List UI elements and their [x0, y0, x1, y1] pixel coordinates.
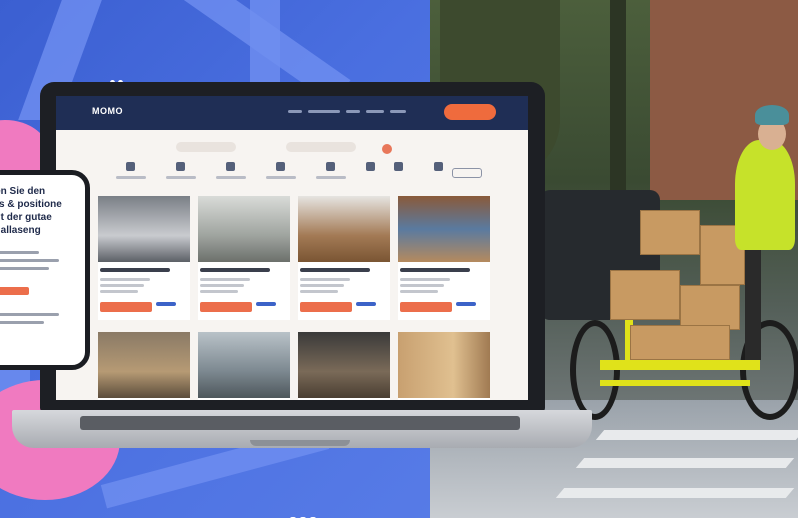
- listing-line: [400, 278, 450, 281]
- home-icon: [126, 162, 135, 171]
- listing-card: [398, 332, 490, 400]
- category-label: [316, 176, 346, 179]
- category-icon: [366, 162, 375, 171]
- listing-card: [298, 332, 390, 400]
- crosswalk-stripe: [555, 488, 795, 498]
- listing-card: [198, 196, 290, 320]
- listing-button: [300, 302, 352, 312]
- phone-heading-line: mit der gutae: [0, 212, 52, 223]
- phone-text-line: [0, 259, 59, 262]
- listing-line: [400, 284, 444, 287]
- listing-price: [356, 302, 376, 306]
- phone-text-line: [0, 321, 44, 324]
- rider-leg: [745, 250, 761, 360]
- listing-button: [400, 302, 452, 312]
- phone-text-line: [0, 251, 39, 254]
- category-label: [116, 176, 146, 179]
- phone-text-line: [0, 267, 49, 270]
- listing-line: [300, 278, 350, 281]
- nav-item: [366, 110, 384, 113]
- phone-heading-line: ehallaseng: [0, 225, 41, 236]
- category-icon: [434, 162, 443, 171]
- listing-line: [200, 278, 250, 281]
- listing-image: [398, 196, 490, 262]
- listing-card: [98, 196, 190, 320]
- category-icon: [326, 162, 335, 171]
- listing-title: [400, 268, 470, 272]
- carousel-dots-bottom: [290, 508, 320, 518]
- crosswalk-stripe: [595, 430, 798, 440]
- listing-button: [200, 302, 252, 312]
- cargo-box: [680, 285, 740, 330]
- hero-image: MOMO n Sie den & positione t der gutae a…: [0, 0, 798, 518]
- cargo-box: [630, 325, 730, 360]
- phone-text-line: [0, 313, 59, 316]
- map-road: [250, 0, 280, 90]
- tree-trunk: [610, 0, 626, 210]
- laptop-keyboard: [80, 416, 520, 430]
- listing-line: [400, 290, 438, 293]
- category-label: [266, 176, 296, 179]
- category-icon: [276, 162, 285, 171]
- listing-image: [98, 332, 190, 398]
- filter-icon: [452, 168, 482, 178]
- listing-price: [256, 302, 276, 306]
- listing-card: [398, 196, 490, 320]
- listing-line: [200, 284, 244, 287]
- filter-pill: [176, 142, 236, 152]
- listing-card: [198, 332, 290, 400]
- listing-image: [98, 196, 190, 262]
- listing-card: [298, 196, 390, 320]
- search-icon: [382, 144, 392, 154]
- bike-frame: [600, 360, 760, 370]
- category-icon: [394, 162, 403, 171]
- crosswalk-stripe: [575, 458, 795, 468]
- phone-heading-line: ors & positione: [0, 199, 62, 210]
- cta-button: [444, 104, 496, 120]
- listing-line: [300, 284, 344, 287]
- listing-image: [198, 196, 290, 262]
- category-label: [166, 176, 196, 179]
- laptop-screen: MOMO: [56, 96, 528, 400]
- listing-line: [100, 290, 138, 293]
- bike-front-wheel: [570, 320, 620, 420]
- office-icon: [226, 162, 235, 171]
- listing-title: [200, 268, 270, 272]
- phone-mockup: den Sie den ors & positione mit der guta…: [0, 170, 90, 370]
- nav-item: [308, 110, 340, 113]
- nav-item: [390, 110, 406, 113]
- listing-title: [300, 268, 370, 272]
- listing-image: [398, 332, 490, 398]
- listing-image: [298, 332, 390, 398]
- filter-pill: [286, 142, 356, 152]
- listing-image: [198, 332, 290, 398]
- listing-line: [300, 290, 338, 293]
- rider-helmet: [755, 105, 789, 125]
- cargo-box: [640, 210, 700, 255]
- listing-image: [298, 196, 390, 262]
- listing-line: [200, 290, 238, 293]
- listing-price: [156, 302, 176, 306]
- listing-title: [100, 268, 170, 272]
- listing-line: [100, 284, 144, 287]
- laptop-notch: [250, 440, 350, 446]
- listing-card: [98, 332, 190, 400]
- site-logo: MOMO: [92, 106, 123, 116]
- rider-jacket: [735, 140, 795, 250]
- category-label: [216, 176, 246, 179]
- nav-item: [346, 110, 360, 113]
- nav-item: [288, 110, 302, 113]
- phone-heading-line: den Sie den: [0, 186, 46, 197]
- listing-button: [100, 302, 152, 312]
- listing-line: [100, 278, 150, 281]
- bike-frame: [600, 380, 750, 386]
- cargo-box: [610, 270, 680, 320]
- site-header: MOMO: [56, 96, 528, 130]
- listing-price: [456, 302, 476, 306]
- phone-cta-button: [0, 287, 29, 295]
- warehouse-icon: [176, 162, 185, 171]
